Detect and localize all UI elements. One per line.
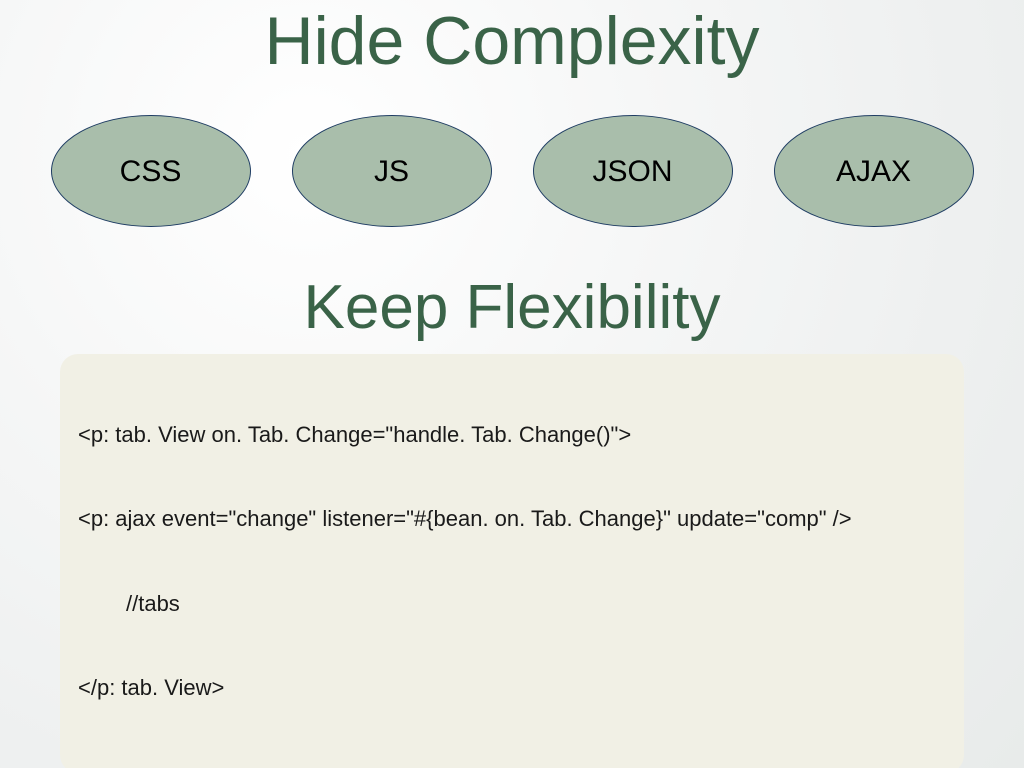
- code-line-1: <p: tab. View on. Tab. Change="handle. T…: [78, 421, 946, 449]
- bubble-js: JS: [292, 115, 492, 227]
- bubble-css: CSS: [51, 115, 251, 227]
- code-block: <p: tab. View on. Tab. Change="handle. T…: [60, 354, 964, 768]
- top-bubble-row: CSS JS JSON AJAX: [0, 115, 1024, 227]
- slide-title: Hide Complexity: [0, 0, 1024, 77]
- code-line-4: </p: tab. View>: [78, 674, 946, 702]
- code-line-3: //tabs: [78, 590, 946, 618]
- slide-subtitle: Keep Flexibility: [0, 275, 1024, 340]
- bubble-json: JSON: [533, 115, 733, 227]
- bubble-label: AJAX: [836, 155, 911, 189]
- bubble-label: JS: [374, 155, 409, 189]
- bubble-ajax: AJAX: [774, 115, 974, 227]
- bubble-label: CSS: [120, 155, 182, 189]
- code-line-2: <p: ajax event="change" listener="#{bean…: [78, 505, 946, 533]
- bubble-label: JSON: [592, 155, 672, 189]
- slide: Hide Complexity CSS JS JSON AJAX Keep Fl…: [0, 0, 1024, 768]
